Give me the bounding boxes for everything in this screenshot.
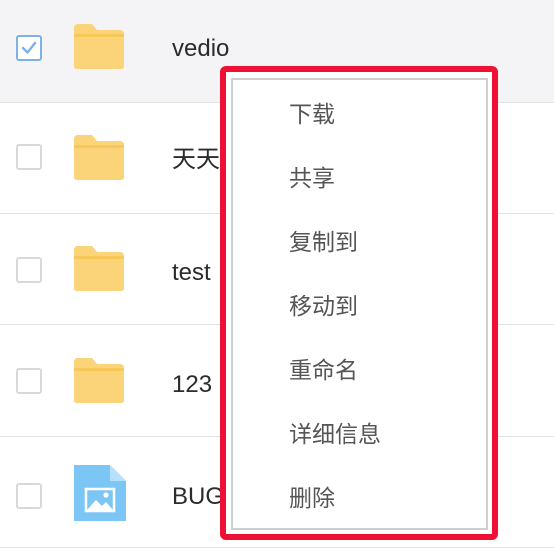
row-checkbox[interactable] bbox=[16, 483, 42, 509]
menu-item-delete[interactable]: 删除 bbox=[289, 484, 335, 512]
folder-icon bbox=[74, 358, 124, 403]
context-menu: 下载 共享 复制到 移动到 重命名 详细信息 删除 bbox=[231, 78, 488, 530]
menu-item-download[interactable]: 下载 bbox=[289, 100, 335, 128]
file-name[interactable]: 123 bbox=[172, 371, 212, 399]
folder-icon bbox=[74, 246, 124, 291]
row-checkbox[interactable] bbox=[16, 144, 42, 170]
image-file-icon bbox=[74, 465, 126, 521]
folder-icon bbox=[74, 24, 124, 69]
menu-item-rename[interactable]: 重命名 bbox=[289, 356, 358, 384]
menu-item-share[interactable]: 共享 bbox=[289, 164, 335, 192]
file-name[interactable]: 天天 bbox=[172, 146, 220, 174]
row-checkbox[interactable] bbox=[16, 368, 42, 394]
file-name[interactable]: test bbox=[172, 259, 211, 287]
row-checkbox[interactable] bbox=[16, 35, 42, 61]
menu-item-details[interactable]: 详细信息 bbox=[289, 420, 381, 448]
check-icon bbox=[21, 41, 37, 54]
folder-icon bbox=[74, 135, 124, 180]
file-name[interactable]: BUG bbox=[172, 483, 224, 511]
file-name[interactable]: vedio bbox=[172, 35, 229, 63]
row-checkbox[interactable] bbox=[16, 257, 42, 283]
menu-item-copy-to[interactable]: 复制到 bbox=[289, 228, 358, 256]
menu-item-move-to[interactable]: 移动到 bbox=[289, 292, 358, 320]
